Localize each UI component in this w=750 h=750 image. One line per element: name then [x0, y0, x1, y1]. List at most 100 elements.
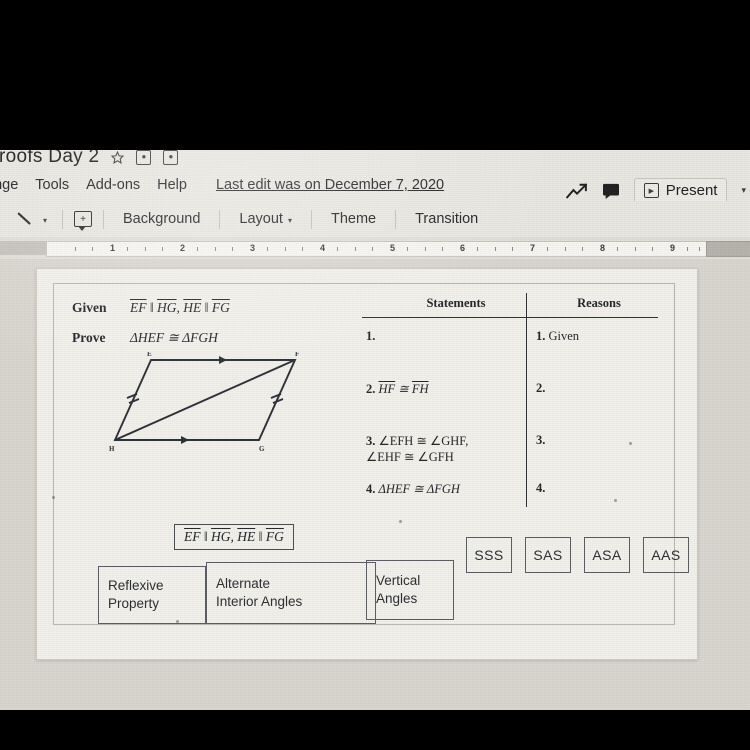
toolbar-divider — [395, 209, 397, 229]
answer-tile-sss[interactable]: SSS — [466, 537, 512, 573]
present-play-icon: ▶ — [643, 183, 659, 198]
vertex-label-H: H — [109, 445, 115, 452]
answer-tile-given-parallels[interactable]: EF ‖ HG, HE ‖ FG — [174, 524, 294, 550]
answer-tile-sas[interactable]: SAS — [525, 537, 571, 573]
tile-alternate-line2: Interior Angles — [216, 594, 303, 609]
table-horizontal-rule — [362, 317, 658, 318]
vertex-label-F: F — [295, 352, 299, 358]
add-comment-icon[interactable]: + — [74, 211, 93, 231]
last-edit-link[interactable]: Last edit was on December 7, 2020 — [216, 177, 444, 193]
menu-item-help[interactable]: Help — [157, 177, 187, 193]
reason-2-number: 2. — [536, 381, 546, 395]
reason-1: 1. Given — [536, 329, 580, 343]
two-column-proof-table: Statements Reasons 1. 2. HF ≅ FH 3. ∠EFH… — [354, 293, 664, 511]
answer-tile-alternate-interior-angles[interactable]: Alternate Interior Angles — [206, 562, 376, 624]
menu-item-tools[interactable]: Tools — [35, 177, 69, 193]
top-right-controls: ▶ Present ▾ — [565, 178, 746, 203]
present-dropdown-caret[interactable]: ▾ — [741, 185, 746, 196]
proof-image-frame[interactable]: Given EF ‖ HG, HE ‖ FG Prove ΔHEF ≅ ΔFGH — [52, 283, 689, 625]
layout-label: Layout — [239, 211, 283, 227]
column-header-statements: Statements — [426, 296, 486, 310]
menu-bar: ange Tools Add-ons Help Last edit was on… — [0, 176, 750, 203]
tile-vertical-line2: Angles — [376, 591, 418, 606]
ruler-number-5: 5 — [390, 243, 396, 253]
tile-reflexive-line1: Reflexive — [108, 577, 164, 593]
present-label: Present — [665, 182, 718, 199]
trending-chart-icon[interactable] — [565, 182, 588, 199]
ruler-number-2: 2 — [180, 243, 186, 253]
menu-item-addons[interactable]: Add-ons — [86, 177, 140, 193]
layout-button[interactable]: Layout ▾ — [231, 211, 300, 227]
toolbar: ▾ + Background Layout ▾ Theme Transition — [0, 201, 750, 238]
answer-tile-given-text: EF ‖ HG, HE ‖ FG — [184, 529, 284, 544]
ruler-left-margin — [0, 241, 46, 255]
statement-1-number: 1. — [366, 329, 376, 343]
theme-button[interactable]: Theme — [323, 211, 384, 227]
star-icon[interactable] — [111, 150, 125, 164]
ruler-right-margin — [706, 241, 750, 257]
reason-4-number: 4. — [536, 481, 546, 495]
tile-vertical-line1: Vertical — [376, 572, 421, 588]
title-bar: Proofs Day 2 ● ● — [0, 150, 750, 176]
reason-3-number: 3. — [536, 433, 546, 447]
layout-caret: ▾ — [287, 215, 292, 225]
ruler-number-3: 3 — [250, 243, 256, 253]
ruler-number-7: 7 — [530, 243, 536, 253]
statement-4: 4. ΔHEF ≅ ΔFGH — [366, 482, 460, 496]
menu-item-arrange[interactable]: ange — [0, 177, 18, 193]
ruler-number-8: 8 — [600, 243, 606, 253]
slide-canvas: Given EF ‖ HG, HE ‖ FG Prove ΔHEF ≅ ΔFGH — [0, 259, 750, 710]
prove-statement: ΔHEF ≅ ΔFGH — [130, 330, 218, 345]
tile-aas-label: AAS — [651, 547, 681, 563]
answer-tile-reflexive-property[interactable]: Reflexive Property — [98, 566, 206, 624]
toolbar-divider — [103, 209, 105, 229]
move-to-folder-icon[interactable]: ● — [136, 150, 152, 165]
current-slide[interactable]: Given EF ‖ HG, HE ‖ FG Prove ΔHEF ≅ ΔFGH — [36, 268, 698, 660]
document-title[interactable]: Proofs Day 2 — [0, 150, 99, 168]
ruler-number-9: 9 — [670, 243, 676, 253]
prove-row: Prove ΔHEF ≅ ΔFGH — [72, 330, 218, 346]
screenshot-root: Proofs Day 2 ● ● ange Tools Add-ons Help… — [0, 0, 750, 750]
vertex-label-E: E — [147, 352, 152, 358]
line-tool-button[interactable]: ▾ — [12, 211, 51, 227]
reason-1-text: Given — [548, 329, 580, 343]
ruler-track: 1 2 3 4 5 6 7 8 9 — [46, 241, 708, 257]
parallelogram-svg: E F H G — [109, 350, 299, 453]
statement-3-line2: ∠EHF ≅ ∠GFH — [366, 450, 454, 464]
given-row: Given EF ‖ HG, HE ‖ FG — [72, 300, 230, 316]
document-title-row: Proofs Day 2 ● ● — [0, 150, 179, 168]
menu-items: ange Tools Add-ons Help Last edit was on… — [0, 177, 444, 193]
ruler-number-4: 4 — [320, 243, 326, 253]
ruler-number-6: 6 — [460, 243, 466, 253]
cloud-status-icon[interactable]: ● — [163, 150, 179, 165]
toolbar-items: ▾ + Background Layout ▾ Theme Transition — [12, 201, 486, 237]
given-statement: EF ‖ HG, HE ‖ FG — [130, 300, 230, 315]
parallelogram-figure: E F H G — [109, 350, 309, 453]
statement-2: 2. HF ≅ FH — [366, 382, 429, 396]
horizontal-ruler[interactable]: 1 2 3 4 5 6 7 8 9 — [0, 237, 750, 259]
background-button[interactable]: Background — [115, 211, 208, 227]
answer-tile-vertical-angles[interactable]: Vertical Angles — [366, 560, 454, 620]
vertex-label-G: G — [259, 445, 265, 452]
monitor-photo-area: Proofs Day 2 ● ● ange Tools Add-ons Help… — [0, 150, 750, 710]
tile-asa-label: ASA — [592, 547, 622, 563]
tile-reflexive-line2: Property — [108, 596, 160, 611]
prove-label: Prove — [72, 330, 106, 345]
ruler-number-1: 1 — [110, 243, 116, 253]
transition-button[interactable]: Transition — [407, 211, 486, 227]
tile-alternate-line1: Alternate — [216, 575, 271, 591]
column-header-reasons: Reasons — [577, 296, 621, 310]
tile-sss-label: SSS — [474, 547, 504, 563]
toolbar-divider — [62, 209, 64, 229]
answer-tile-aas[interactable]: AAS — [643, 537, 689, 573]
answer-tile-asa[interactable]: ASA — [584, 537, 630, 573]
given-label: Given — [72, 300, 107, 315]
comment-icon[interactable] — [602, 183, 620, 199]
table-vertical-divider — [526, 293, 527, 507]
tile-sas-label: SAS — [533, 547, 563, 563]
toolbar-divider — [310, 209, 312, 229]
toolbar-divider — [219, 209, 221, 229]
line-tool-caret[interactable]: ▾ — [43, 216, 47, 225]
statement-3-line1: 3. ∠EFH ≅ ∠GHF, — [366, 434, 469, 448]
present-button[interactable]: ▶ Present — [633, 178, 728, 203]
